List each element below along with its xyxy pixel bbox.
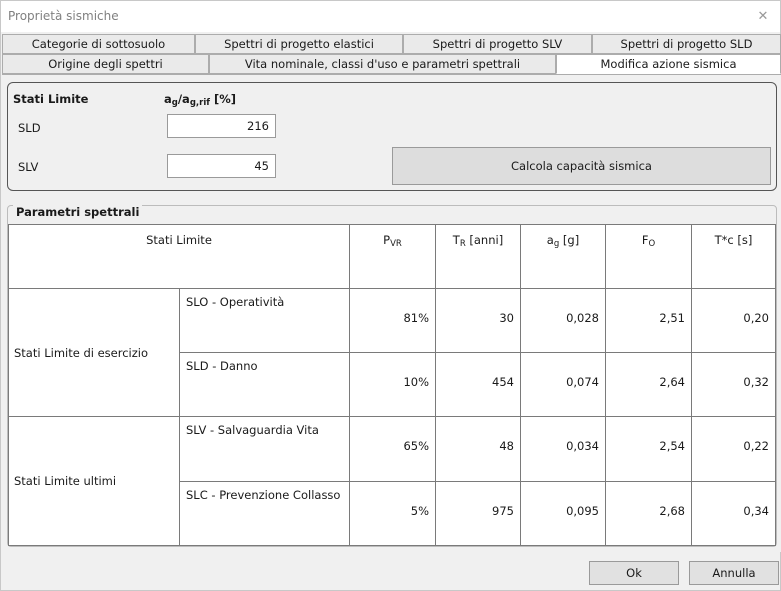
header-ag: ag [g] bbox=[520, 224, 606, 289]
sld-label: SLD bbox=[18, 121, 41, 135]
tab-modifica-azione-sismica[interactable]: Modifica azione sismica bbox=[556, 54, 781, 74]
ok-button[interactable]: Ok bbox=[589, 561, 679, 585]
row-sld-fo: 2,64 bbox=[605, 352, 692, 417]
row-slv-pvr: 65% bbox=[349, 416, 436, 482]
row-slc-name: SLC - Prevenzione Collasso bbox=[179, 481, 350, 546]
tab-spettri-slv[interactable]: Spettri di progetto SLV bbox=[403, 34, 592, 54]
row-slv-tr: 48 bbox=[435, 416, 521, 482]
row-slc-pvr: 5% bbox=[349, 481, 436, 546]
tab-categorie-sottosuolo[interactable]: Categorie di sottosuolo bbox=[2, 34, 195, 54]
row-sld-name: SLD - Danno bbox=[179, 352, 350, 417]
seismic-properties-dialog: Proprietà sismiche ✕ Categorie di sottos… bbox=[0, 0, 781, 591]
sld-ratio-input[interactable]: 216 bbox=[167, 114, 276, 138]
row-slo-tc: 0,20 bbox=[691, 288, 776, 353]
header-pvr: PVR bbox=[349, 224, 436, 289]
row-sld-ag: 0,074 bbox=[520, 352, 606, 417]
row-slc-ag: 0,095 bbox=[520, 481, 606, 546]
group-esercizio: Stati Limite di esercizio bbox=[8, 288, 180, 417]
row-slc-fo: 2,68 bbox=[605, 481, 692, 546]
row-slc-tr: 975 bbox=[435, 481, 521, 546]
tab-origine-spettri[interactable]: Origine degli spettri bbox=[2, 54, 209, 74]
title-bar: Proprietà sismiche ✕ bbox=[1, 1, 780, 32]
dialog-title: Proprietà sismiche bbox=[8, 9, 119, 23]
row-slv-ag: 0,034 bbox=[520, 416, 606, 482]
parametri-spettrali-legend: Parametri spettrali bbox=[13, 205, 143, 219]
slv-ratio-input[interactable]: 45 bbox=[167, 154, 276, 178]
row-slv-name: SLV - Salvaguardia Vita bbox=[179, 416, 350, 482]
tab-spettri-sld[interactable]: Spettri di progetto SLD bbox=[592, 34, 781, 54]
row-slo-name: SLO - Operatività bbox=[179, 288, 350, 353]
tab-spettri-elastici[interactable]: Spettri di progetto elastici bbox=[195, 34, 403, 54]
header-stati-limite: Stati Limite bbox=[8, 224, 350, 289]
row-slc-tc: 0,34 bbox=[691, 481, 776, 546]
stati-limite-header: Stati Limite bbox=[13, 92, 89, 106]
cancel-button[interactable]: Annulla bbox=[689, 561, 779, 585]
calcola-capacita-button[interactable]: Calcola capacità sismica bbox=[392, 147, 771, 185]
row-slo-tr: 30 bbox=[435, 288, 521, 353]
row-slv-fo: 2,54 bbox=[605, 416, 692, 482]
row-slo-fo: 2,51 bbox=[605, 288, 692, 353]
row-sld-tc: 0,32 bbox=[691, 352, 776, 417]
row-sld-tr: 454 bbox=[435, 352, 521, 417]
tab-vita-nominale[interactable]: Vita nominale, classi d'uso e parametri … bbox=[209, 54, 556, 74]
ag-ratio-header: ag/ag,rif [%] bbox=[164, 92, 236, 108]
group-ultimi: Stati Limite ultimi bbox=[8, 416, 180, 546]
row-slo-pvr: 81% bbox=[349, 288, 436, 353]
close-icon[interactable]: ✕ bbox=[746, 1, 780, 32]
row-slv-tc: 0,22 bbox=[691, 416, 776, 482]
header-tc: T*c [s] bbox=[691, 224, 776, 289]
row-slo-ag: 0,028 bbox=[520, 288, 606, 353]
header-tr: TR [anni] bbox=[435, 224, 521, 289]
row-sld-pvr: 10% bbox=[349, 352, 436, 417]
slv-label: SLV bbox=[18, 160, 39, 174]
header-fo: FO bbox=[605, 224, 692, 289]
